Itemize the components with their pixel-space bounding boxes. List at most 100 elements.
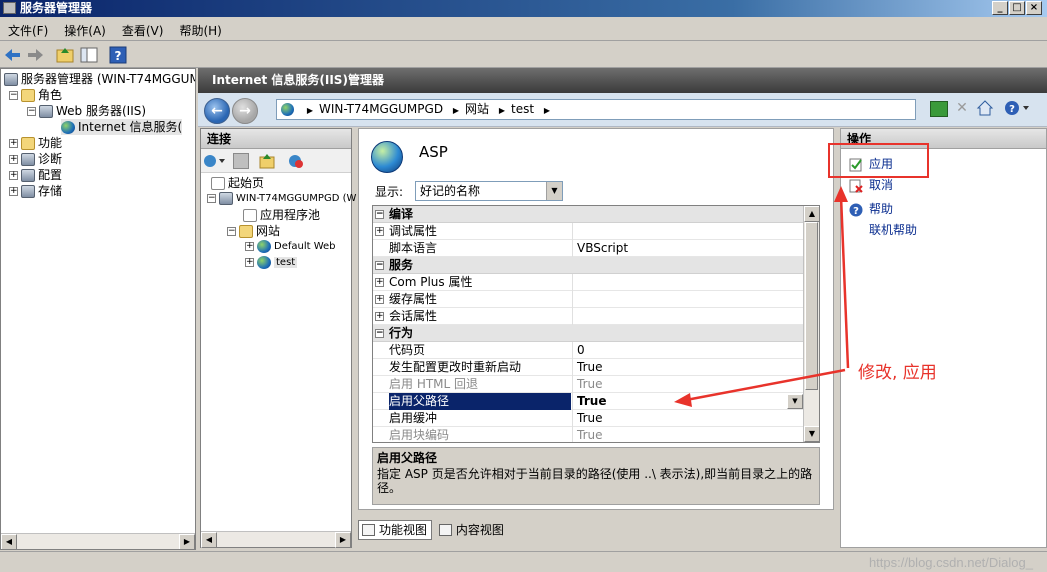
collapse-icon[interactable]: − (207, 193, 216, 203)
tree-iis-manager[interactable]: Internet 信息服务( (61, 119, 183, 135)
home-icon[interactable] (976, 99, 994, 117)
conn-server[interactable]: − WIN-T74MGGUMPGD (W (207, 191, 356, 207)
scroll-left-icon[interactable]: ◀ (201, 532, 217, 548)
crumb-test[interactable]: test (511, 102, 534, 116)
tree-root[interactable]: 服务器管理器 (WIN-T74MGGUMPG (4, 71, 195, 87)
menu-help[interactable]: 帮助(H) (171, 17, 229, 39)
scroll-thumb[interactable] (805, 222, 818, 390)
expand-icon[interactable]: + (9, 187, 18, 196)
connect-icon[interactable] (203, 153, 227, 169)
tree-features[interactable]: + 功能 (9, 135, 62, 151)
expand-icon[interactable]: + (375, 312, 384, 321)
property-row[interactable]: + 缓存属性 (373, 291, 805, 308)
category-compile[interactable]: − 编译 (373, 206, 805, 223)
crumb-server[interactable]: WIN-T74MGGUMPGD (319, 102, 443, 116)
property-row[interactable]: 脚本语言 VBScript (373, 240, 805, 257)
chevron-down-icon[interactable]: ▼ (546, 182, 562, 200)
expand-icon[interactable]: + (375, 227, 384, 236)
property-grid-scrollbar[interactable]: ▲ ▼ (803, 206, 819, 442)
help-action[interactable]: ? 帮助 (849, 200, 893, 217)
nav-back-button[interactable]: ← (204, 98, 230, 124)
conn-start-page[interactable]: 起始页 (211, 175, 264, 191)
display-mode-select[interactable]: 好记的名称 ▼ (415, 181, 563, 201)
scroll-left-icon[interactable]: ◀ (1, 534, 17, 549)
disconnect-icon[interactable] (287, 153, 305, 169)
scroll-right-icon[interactable]: ▶ (179, 534, 195, 549)
tree-diagnostics[interactable]: + 诊断 (9, 151, 62, 167)
menu-file[interactable]: 文件(F) (0, 17, 56, 39)
cancel-action[interactable]: 取消 (849, 176, 893, 193)
online-help-link[interactable]: 联机帮助 (869, 223, 917, 237)
back-icon[interactable] (3, 45, 23, 65)
show-hide-tree-icon[interactable] (79, 45, 99, 65)
server-icon (4, 73, 18, 86)
left-tree-hscroll[interactable]: ◀ ▶ (1, 533, 195, 549)
forward-icon[interactable] (25, 45, 45, 65)
tree-web-server[interactable]: − Web 服务器(IIS) (27, 103, 146, 119)
conn-test[interactable]: + test (245, 255, 298, 271)
category-behavior[interactable]: − 行为 (373, 325, 805, 342)
expand-icon[interactable]: + (245, 241, 254, 251)
property-row[interactable]: 启用缓冲 True (373, 410, 805, 427)
property-row[interactable]: + 调试属性 (373, 223, 805, 240)
roles-icon (21, 89, 35, 102)
save-icon[interactable] (233, 153, 249, 169)
tree-storage[interactable]: + 存储 (9, 183, 62, 199)
connections-toolbar (201, 149, 351, 173)
cancel-link[interactable]: 取消 (869, 178, 893, 192)
sites-folder-icon (239, 225, 253, 238)
content-view-tab[interactable]: 内容视图 (436, 521, 508, 541)
property-grid: − 编译 + 调试属性 脚本语言 VBScript − 服务 + Com Plus 属性 … (372, 205, 820, 443)
collapse-icon[interactable]: − (27, 107, 36, 116)
expand-icon[interactable]: + (375, 278, 384, 287)
connections-panel: 连接 起始页 − WIN-T74MGGUMPGD (W 应用程序池 − 网站 + De… (200, 128, 356, 548)
property-row[interactable]: 启用 HTML 回退 True (373, 376, 805, 393)
expand-icon[interactable]: + (9, 171, 18, 180)
collapse-icon[interactable]: − (9, 91, 18, 100)
feature-view-tab[interactable]: 功能视图 (358, 520, 433, 540)
help-link[interactable]: 帮助 (869, 202, 893, 216)
refresh-icon[interactable] (930, 101, 948, 117)
conn-app-pools[interactable]: 应用程序池 (243, 207, 320, 223)
online-help-action[interactable]: 联机帮助 (869, 221, 917, 238)
description-title: 启用父路径 (377, 451, 438, 465)
property-row-enable-parent-paths[interactable]: 启用父路径 True (373, 393, 805, 410)
tree-config[interactable]: + 配置 (9, 167, 62, 183)
expand-icon[interactable]: + (9, 139, 18, 148)
property-row[interactable]: + Com Plus 属性 (373, 274, 805, 291)
up-folder-icon[interactable] (55, 45, 75, 65)
collapse-icon[interactable]: − (375, 261, 384, 270)
expand-icon[interactable]: + (375, 295, 384, 304)
tree-roles[interactable]: − 角色 (9, 87, 62, 103)
scroll-down-icon[interactable]: ▼ (804, 426, 819, 442)
expand-icon[interactable]: + (9, 155, 18, 164)
collapse-icon[interactable]: − (375, 329, 384, 338)
value-dropdown-icon[interactable]: ▼ (787, 394, 803, 409)
maximize-button[interactable]: □ (1009, 1, 1025, 15)
category-services[interactable]: − 服务 (373, 257, 805, 274)
conn-sites[interactable]: − 网站 (227, 223, 280, 239)
collapse-icon[interactable]: − (375, 210, 384, 219)
stop-icon[interactable]: ✕ (954, 101, 970, 117)
up-level-icon[interactable] (259, 153, 275, 169)
expand-icon[interactable]: + (245, 257, 254, 267)
menu-view[interactable]: 查看(V) (114, 17, 172, 39)
collapse-icon[interactable]: − (227, 227, 236, 236)
crumb-sites[interactable]: 网站 (465, 102, 489, 116)
nav-forward-button[interactable]: → (232, 98, 258, 124)
property-row[interactable]: 启用块编码 True (373, 427, 805, 442)
minimize-button[interactable]: _ (992, 1, 1008, 15)
conn-default-web[interactable]: + Default Web (245, 239, 336, 255)
property-row[interactable]: + 会话属性 (373, 308, 805, 325)
address-bar[interactable]: ▶ WIN-T74MGGUMPGD ▶ 网站 ▶ test ▶ (276, 99, 916, 120)
scroll-right-icon[interactable]: ▶ (335, 532, 351, 548)
close-button[interactable]: × (1026, 1, 1042, 15)
help-dropdown-icon[interactable]: ? (1004, 99, 1029, 117)
property-row[interactable]: 代码页 0 (373, 342, 805, 359)
features-icon (21, 137, 35, 150)
help-icon[interactable]: ? (108, 45, 128, 65)
property-row[interactable]: 发生配置更改时重新启动 True (373, 359, 805, 376)
connections-hscroll[interactable]: ◀ ▶ (201, 531, 351, 548)
scroll-up-icon[interactable]: ▲ (804, 206, 819, 222)
menu-action[interactable]: 操作(A) (56, 17, 114, 39)
